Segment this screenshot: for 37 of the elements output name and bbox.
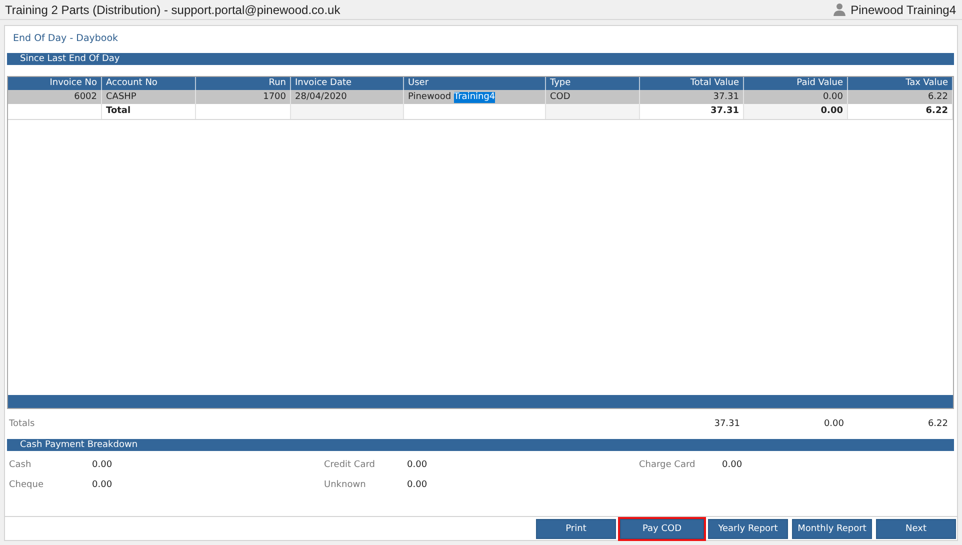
table-cell: 1700 — [263, 92, 286, 102]
field-value: 0.00 — [407, 460, 428, 470]
action-button[interactable]: Monthly Report — [792, 519, 872, 539]
total-value: 6.22 — [926, 106, 948, 116]
table-cell: COD — [550, 92, 570, 102]
totals-value: 37.31 — [713, 419, 741, 429]
field-label: Cash — [9, 460, 32, 470]
total-label: Total — [106, 106, 131, 116]
action-button[interactable]: Yearly Report — [708, 519, 788, 539]
table-cell: 37.31 — [713, 92, 739, 102]
table-cell: CASHP — [106, 92, 136, 102]
field-label: Cheque — [9, 480, 44, 490]
user-icon — [832, 3, 846, 16]
field-value: 0.00 — [92, 460, 112, 470]
action-button[interactable]: Next — [876, 519, 956, 539]
window-title: Training 2 Parts (Distribution) - support.portal@pinewood.co.uk — [5, 2, 340, 16]
field-label: Unknown — [324, 480, 367, 490]
field-value: 0.00 — [92, 480, 112, 490]
user-name: Pinewood Training4 — [850, 2, 956, 16]
totals-value: 0.00 — [822, 419, 845, 429]
table-cell: 6.22 — [928, 92, 948, 102]
page-title: End Of Day - Daybook — [13, 33, 120, 46]
field-label: Credit Card — [324, 460, 376, 470]
table-cell: 6002 — [74, 92, 97, 102]
section-header: Since Last End Of Day — [7, 53, 954, 65]
table-cell: 0.00 — [822, 92, 843, 102]
totals-value: 6.22 — [926, 419, 949, 429]
section-header: Cash Payment Breakdown — [7, 439, 954, 451]
field-value: 0.00 — [407, 480, 428, 490]
total-value: 37.31 — [710, 106, 739, 116]
action-button[interactable]: Print — [536, 519, 616, 539]
field-value: 0.00 — [722, 460, 742, 470]
table-cell: 28/04/2020 — [295, 92, 347, 102]
total-value: 0.00 — [820, 106, 843, 116]
totals-label: Totals — [9, 419, 36, 429]
action-button[interactable]: Pay COD — [620, 519, 704, 539]
field-label: Charge Card — [639, 460, 696, 470]
